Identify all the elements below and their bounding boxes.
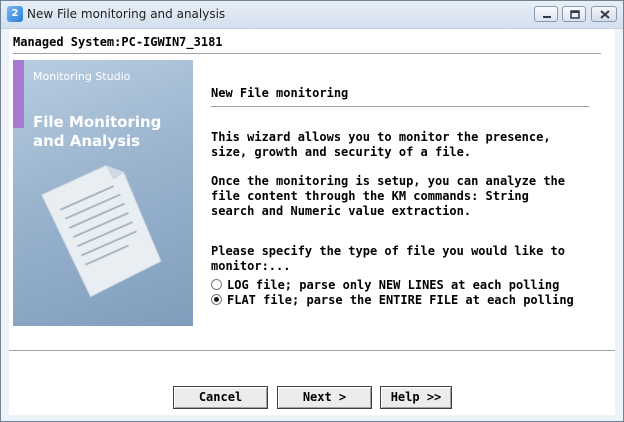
next-button[interactable]: Next > [277, 386, 372, 409]
app-icon: 2 [7, 6, 23, 22]
maximize-button[interactable] [562, 6, 586, 22]
footer-separator [9, 350, 615, 352]
file-type-prompt: Please specify the type of file you woul… [211, 244, 566, 273]
banner-product-name: Monitoring Studio [33, 70, 131, 83]
minimize-icon [543, 16, 551, 18]
heading-separator [211, 106, 589, 107]
intro-text: This wizard allows you to monitor the pr… [211, 130, 551, 159]
window-title: New File monitoring and analysis [27, 7, 226, 21]
wizard-banner-image: Monitoring Studio File Monitoring and An… [13, 60, 193, 326]
flat-file-radio[interactable] [211, 294, 222, 305]
maximize-icon [570, 10, 580, 19]
cancel-button[interactable]: Cancel [173, 386, 268, 409]
log-file-label[interactable]: LOG file; parse only NEW LINES at each p… [227, 278, 559, 292]
banner-title: File Monitoring and Analysis [33, 113, 183, 151]
flat-file-label[interactable]: FLAT file; parse the ENTIRE FILE at each… [227, 293, 574, 307]
analysis-text: Once the monitoring is setup, you can an… [211, 174, 566, 218]
title-bar[interactable]: 2 New File monitoring and analysis [1, 1, 623, 29]
managed-system-label: Managed System:PC-IGWIN7_3181 [13, 35, 223, 49]
banner-title-line1: File Monitoring [33, 113, 162, 131]
close-button[interactable] [591, 6, 617, 22]
dialog-client-area: Managed System:PC-IGWIN7_3181 Monitoring… [9, 29, 615, 415]
page-heading: New File monitoring [211, 86, 349, 100]
banner-accent-bar [13, 60, 24, 128]
wizard-window: 2 New File monitoring and analysis Manag… [0, 0, 624, 422]
close-icon [600, 10, 610, 19]
document-icon [40, 165, 162, 298]
radio-selected-dot [214, 297, 219, 302]
log-file-radio[interactable] [211, 279, 222, 290]
minimize-button[interactable] [534, 6, 558, 22]
header-separator [13, 53, 601, 55]
help-button[interactable]: Help >> [380, 386, 452, 409]
banner-title-line2: and Analysis [33, 132, 141, 150]
